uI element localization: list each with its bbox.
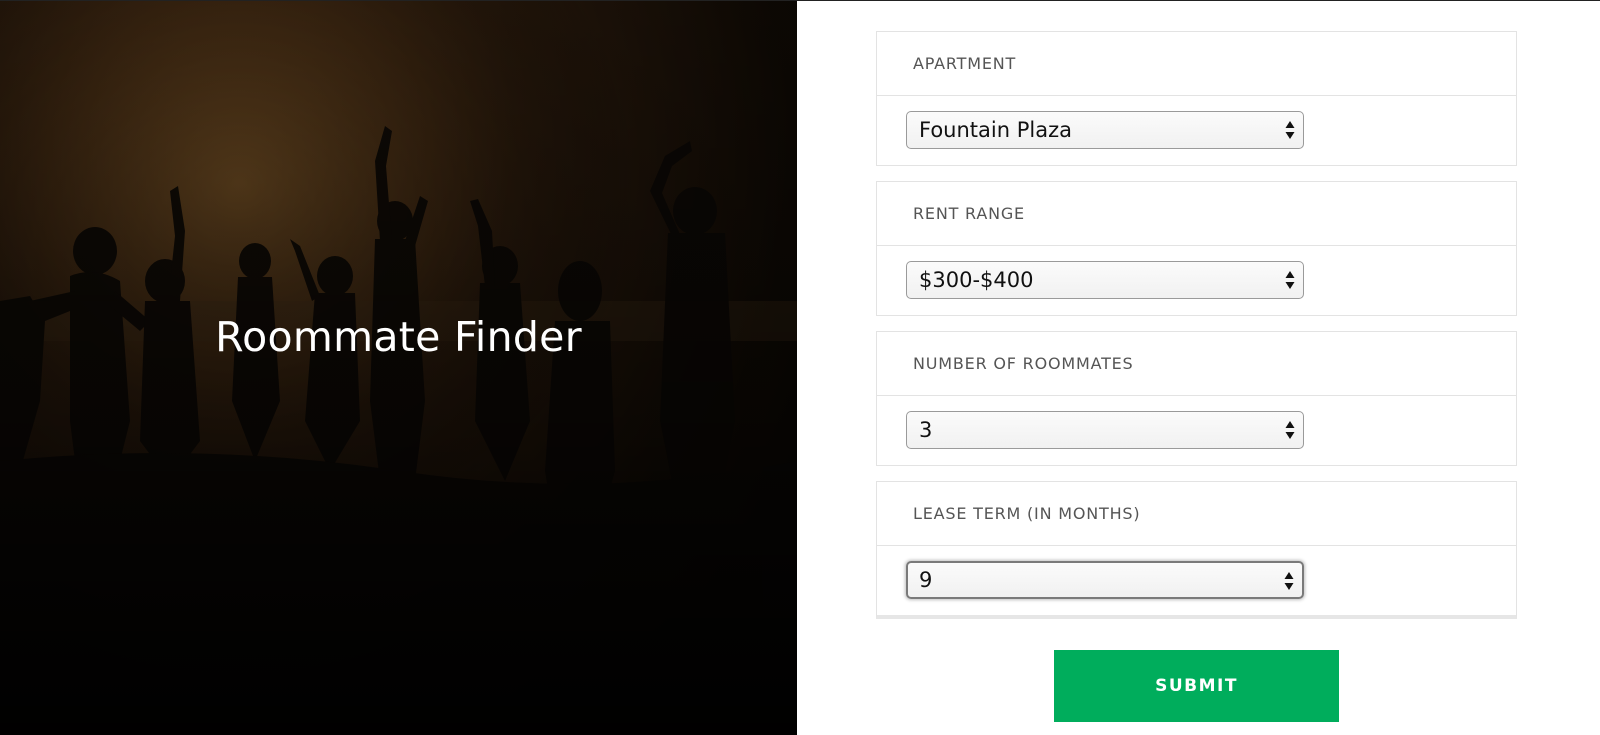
lease-term-select[interactable]: 9 [906, 561, 1304, 599]
number-of-roommates-select-value: 3 [919, 418, 933, 442]
submit-button[interactable]: SUBMIT [1054, 650, 1339, 722]
number-of-roommates-select[interactable]: 3 [906, 411, 1304, 449]
roommates-field-card: NUMBER OF ROOMMATES 3 [876, 331, 1517, 466]
rent-range-select[interactable]: $300-$400 [906, 261, 1304, 299]
hero-title: Roommate Finder [215, 313, 582, 361]
up-down-arrows-icon [1285, 121, 1295, 139]
lease-term-label: LEASE TERM (IN MONTHS) [877, 482, 1516, 546]
up-down-arrows-icon [1284, 572, 1294, 590]
rent-range-field-card: RENT RANGE $300-$400 [876, 181, 1517, 316]
lease-term-select-value: 9 [919, 568, 933, 592]
rent-range-label: RENT RANGE [877, 182, 1516, 246]
apartment-select[interactable]: Fountain Plaza [906, 111, 1304, 149]
lease-term-field-card: LEASE TERM (IN MONTHS) 9 [876, 481, 1517, 619]
hero-panel: Roommate Finder [0, 1, 797, 735]
apartment-field-card: APARTMENT Fountain Plaza [876, 31, 1517, 166]
up-down-arrows-icon [1285, 271, 1295, 289]
roommate-finder-page: Roommate Finder APARTMENT Fountain Plaza… [0, 0, 1600, 735]
apartment-select-value: Fountain Plaza [919, 118, 1072, 142]
rent-range-select-value: $300-$400 [919, 268, 1034, 292]
apartment-label: APARTMENT [877, 32, 1516, 96]
roommate-search-form: APARTMENT Fountain Plaza RENT RANGE $300… [876, 31, 1517, 634]
hero-background-image [0, 1, 797, 735]
up-down-arrows-icon [1285, 421, 1295, 439]
number-of-roommates-label: NUMBER OF ROOMMATES [877, 332, 1516, 396]
